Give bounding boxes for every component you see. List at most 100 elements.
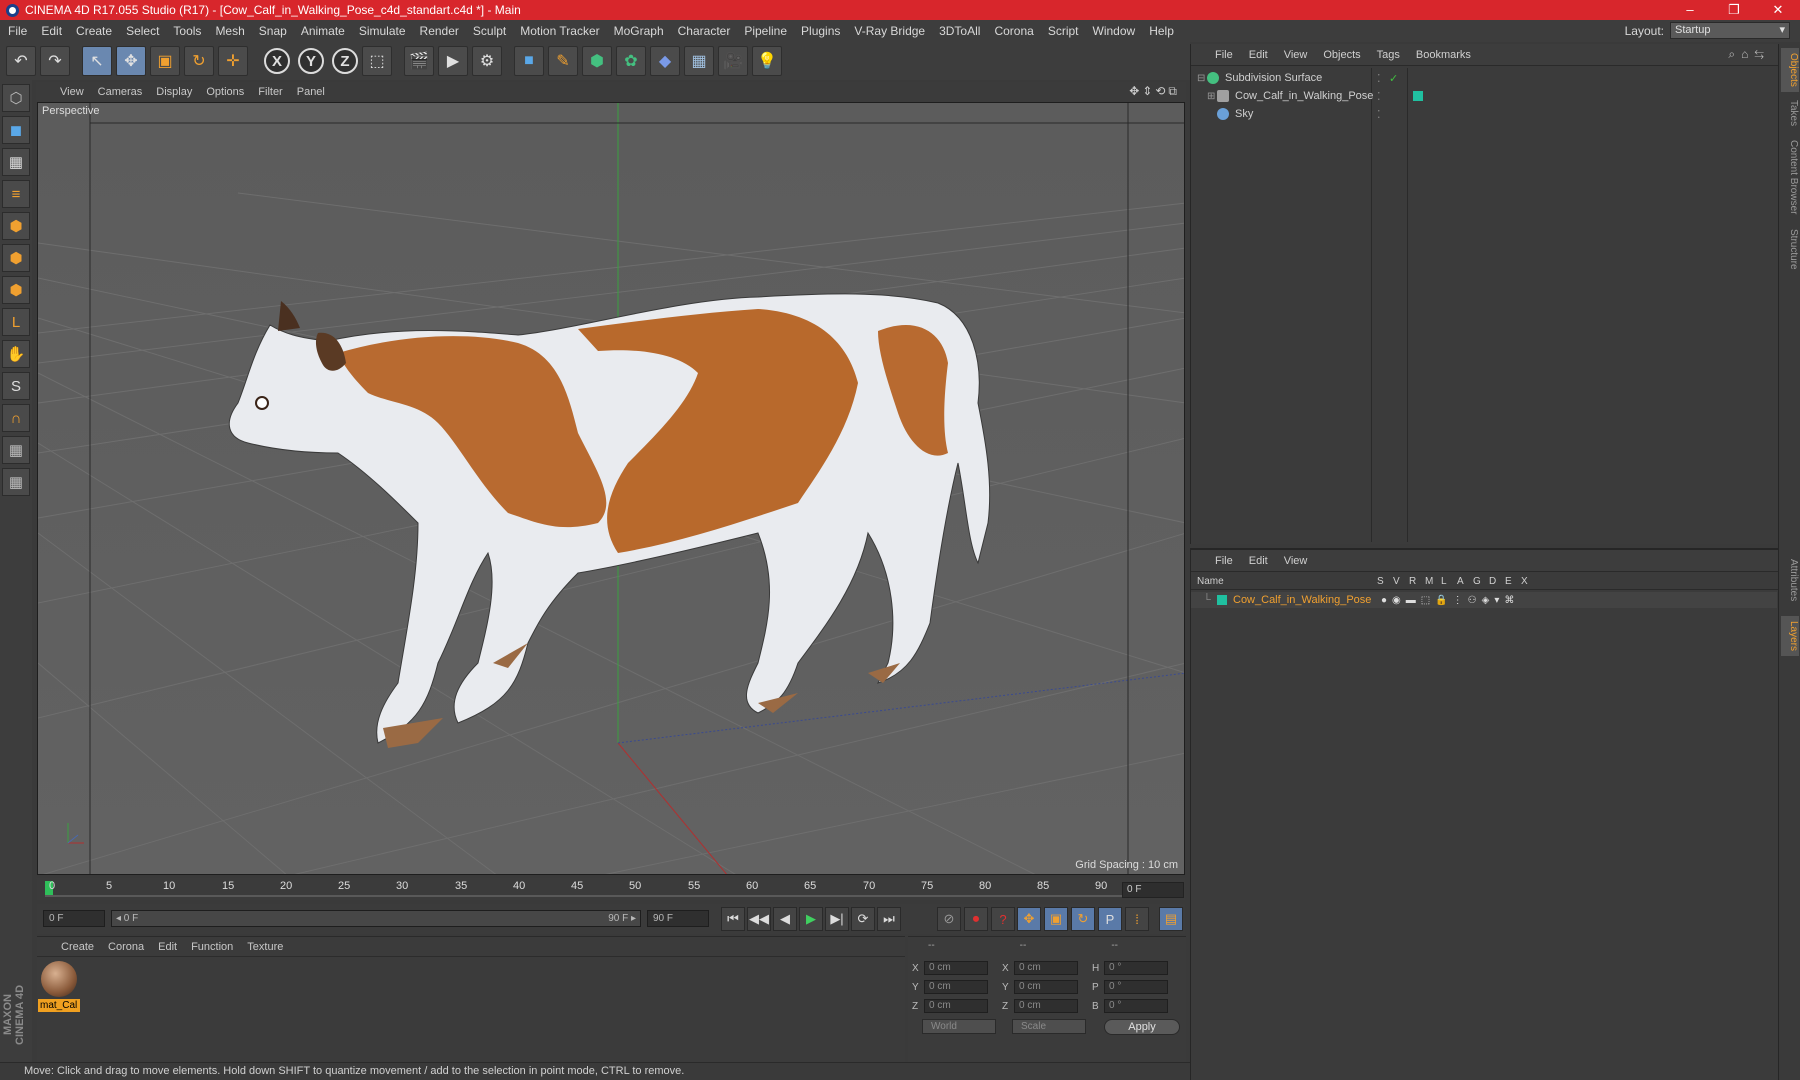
- material-name-label[interactable]: mat_Cal: [38, 999, 80, 1012]
- next-frame-icon[interactable]: ▶|: [825, 907, 849, 931]
- redo-button[interactable]: ↷: [40, 46, 70, 76]
- tab-objects[interactable]: Objects: [1781, 48, 1799, 92]
- material-menu-texture[interactable]: Texture: [247, 941, 283, 953]
- scale-tool-icon[interactable]: ▣: [150, 46, 180, 76]
- undo-button[interactable]: ↶: [6, 46, 36, 76]
- start-frame-field[interactable]: 0 F: [43, 910, 105, 927]
- objects-menu-objects[interactable]: Objects: [1323, 49, 1360, 61]
- coordinate-space-dropdown[interactable]: World: [922, 1019, 996, 1034]
- object-row-cow-calf[interactable]: ⊞ Cow_Calf_in_Walking_Pose ⁚: [1191, 87, 1777, 105]
- render-to-picture-viewer-icon[interactable]: ▶: [438, 46, 468, 76]
- workplane-lock-icon[interactable]: ▦: [2, 436, 30, 464]
- viewport-menu-options[interactable]: Options: [206, 86, 244, 98]
- menu-tools[interactable]: Tools: [173, 24, 201, 38]
- tab-structure[interactable]: Structure: [1781, 224, 1799, 274]
- apply-button[interactable]: Apply: [1104, 1019, 1180, 1035]
- objects-menu-file[interactable]: File: [1215, 49, 1233, 61]
- menu-help[interactable]: Help: [1149, 24, 1174, 38]
- rot-h-field[interactable]: 0 °: [1104, 961, 1168, 975]
- menu-window[interactable]: Window: [1093, 24, 1136, 38]
- rot-p-field[interactable]: 0 °: [1104, 980, 1168, 994]
- key-point-level-icon[interactable]: ⁞: [1125, 907, 1149, 931]
- rot-b-field[interactable]: 0 °: [1104, 999, 1168, 1013]
- menu-character[interactable]: Character: [678, 24, 731, 38]
- polygons-mode-icon[interactable]: ⬢: [2, 276, 30, 304]
- move-tool-icon[interactable]: ✥: [116, 46, 146, 76]
- key-parameter-icon[interactable]: P: [1098, 907, 1122, 931]
- rotate-tool-icon[interactable]: ↻: [184, 46, 214, 76]
- edges-mode-icon[interactable]: ⬢: [2, 244, 30, 272]
- size-mode-dropdown[interactable]: Scale: [1012, 1019, 1086, 1034]
- autokeying-icon[interactable]: ?: [991, 907, 1015, 931]
- objects-menu-bookmarks[interactable]: Bookmarks: [1416, 49, 1471, 61]
- tab-content-browser[interactable]: Content Browser: [1781, 136, 1799, 218]
- layers-menu-view[interactable]: View: [1284, 555, 1308, 567]
- cube-primitive-icon[interactable]: ■: [514, 46, 544, 76]
- model-mode-icon[interactable]: ◼: [2, 116, 30, 144]
- pos-y-field[interactable]: 0 cm: [924, 980, 988, 994]
- play-icon[interactable]: ▶: [799, 907, 823, 931]
- visibility-dots-icon[interactable]: ⁚: [1377, 72, 1381, 85]
- axis-mode-icon[interactable]: L: [2, 308, 30, 336]
- previous-key-icon[interactable]: ◀◀: [747, 907, 771, 931]
- layer-color-tag[interactable]: [1413, 91, 1423, 101]
- workplane-mode-icon[interactable]: ≡: [2, 180, 30, 208]
- menu-3dtoall[interactable]: 3DToAll: [939, 24, 980, 38]
- close-button[interactable]: ✕: [1756, 0, 1800, 20]
- floor-icon[interactable]: ▦: [684, 46, 714, 76]
- grid-lock-icon[interactable]: ▦: [2, 468, 30, 496]
- x-axis-lock-button[interactable]: X: [264, 48, 290, 74]
- layer-toggle-icons[interactable]: ●◉▬⬚🔒⋮⚇◈▾⌘: [1381, 595, 1519, 606]
- menu-sculpt[interactable]: Sculpt: [473, 24, 506, 38]
- layers-menu-edit[interactable]: Edit: [1249, 555, 1268, 567]
- menu-motion-tracker[interactable]: Motion Tracker: [520, 24, 599, 38]
- go-to-start-icon[interactable]: ⏮: [721, 907, 745, 931]
- perspective-viewport[interactable]: Perspective Grid Spacing : 10 cm: [37, 102, 1185, 875]
- subdivision-surface-icon[interactable]: ⬢: [582, 46, 612, 76]
- live-selection-tool-icon[interactable]: ↖: [82, 46, 112, 76]
- viewport-navigation-icons[interactable]: ✥⇕⟲⧉: [1129, 84, 1180, 99]
- viewport-menu-view[interactable]: View: [60, 86, 84, 98]
- layer-row[interactable]: └ Cow_Calf_in_Walking_Pose ●◉▬⬚🔒⋮⚇◈▾⌘: [1191, 592, 1777, 608]
- timeline-ruler[interactable]: 0 5 10 15 20 25 30 35 40 45 50 55 60 65 …: [37, 878, 1185, 900]
- objects-menu-view[interactable]: View: [1284, 49, 1308, 61]
- visibility-dots-icon[interactable]: ⁚: [1377, 108, 1381, 121]
- transform-tool-icon[interactable]: ✛: [218, 46, 248, 76]
- solo-mode-icon[interactable]: S: [2, 372, 30, 400]
- expand-toggle-icon[interactable]: ⊞: [1207, 91, 1217, 102]
- render-view-icon[interactable]: 🎬: [404, 46, 434, 76]
- object-row-sky[interactable]: Sky ⁚: [1191, 105, 1777, 123]
- key-position-icon[interactable]: ✥: [1017, 907, 1041, 931]
- spline-pen-icon[interactable]: ✎: [548, 46, 578, 76]
- menu-file[interactable]: File: [8, 24, 27, 38]
- key-rotation-icon[interactable]: ↻: [1071, 907, 1095, 931]
- camera-icon[interactable]: 🎥: [718, 46, 748, 76]
- material-menu-edit[interactable]: Edit: [158, 941, 177, 953]
- material-thumbnail[interactable]: [41, 961, 77, 997]
- viewport-menu-panel[interactable]: Panel: [297, 86, 325, 98]
- pos-x-field[interactable]: 0 cm: [924, 961, 988, 975]
- key-scale-icon[interactable]: ▣: [1044, 907, 1068, 931]
- layer-name[interactable]: Cow_Calf_in_Walking_Pose: [1233, 594, 1381, 606]
- maximize-button[interactable]: ❐: [1712, 0, 1756, 20]
- minimize-button[interactable]: –: [1668, 0, 1712, 20]
- expand-toggle-icon[interactable]: ⊟: [1197, 73, 1207, 84]
- menu-mograph[interactable]: MoGraph: [614, 24, 664, 38]
- keyframe-selection-icon[interactable]: ⊘: [937, 907, 961, 931]
- cloner-icon[interactable]: ✿: [616, 46, 646, 76]
- previous-frame-icon[interactable]: ◀: [773, 907, 797, 931]
- light-icon[interactable]: 💡: [752, 46, 782, 76]
- layers-menu-file[interactable]: File: [1215, 555, 1233, 567]
- material-menu-corona[interactable]: Corona: [108, 941, 144, 953]
- size-z-field[interactable]: 0 cm: [1014, 999, 1078, 1013]
- y-axis-lock-button[interactable]: Y: [298, 48, 324, 74]
- coordinate-system-icon[interactable]: ⬚: [362, 46, 392, 76]
- objects-menu-tags[interactable]: Tags: [1377, 49, 1400, 61]
- menu-edit[interactable]: Edit: [41, 24, 62, 38]
- material-menu-function[interactable]: Function: [191, 941, 233, 953]
- layer-color-swatch[interactable]: [1217, 595, 1227, 605]
- tab-layers[interactable]: Layers: [1781, 616, 1799, 656]
- tab-takes[interactable]: Takes: [1781, 96, 1799, 130]
- current-frame-field[interactable]: 0 F: [1122, 882, 1184, 898]
- tab-attributes[interactable]: Attributes: [1781, 550, 1799, 610]
